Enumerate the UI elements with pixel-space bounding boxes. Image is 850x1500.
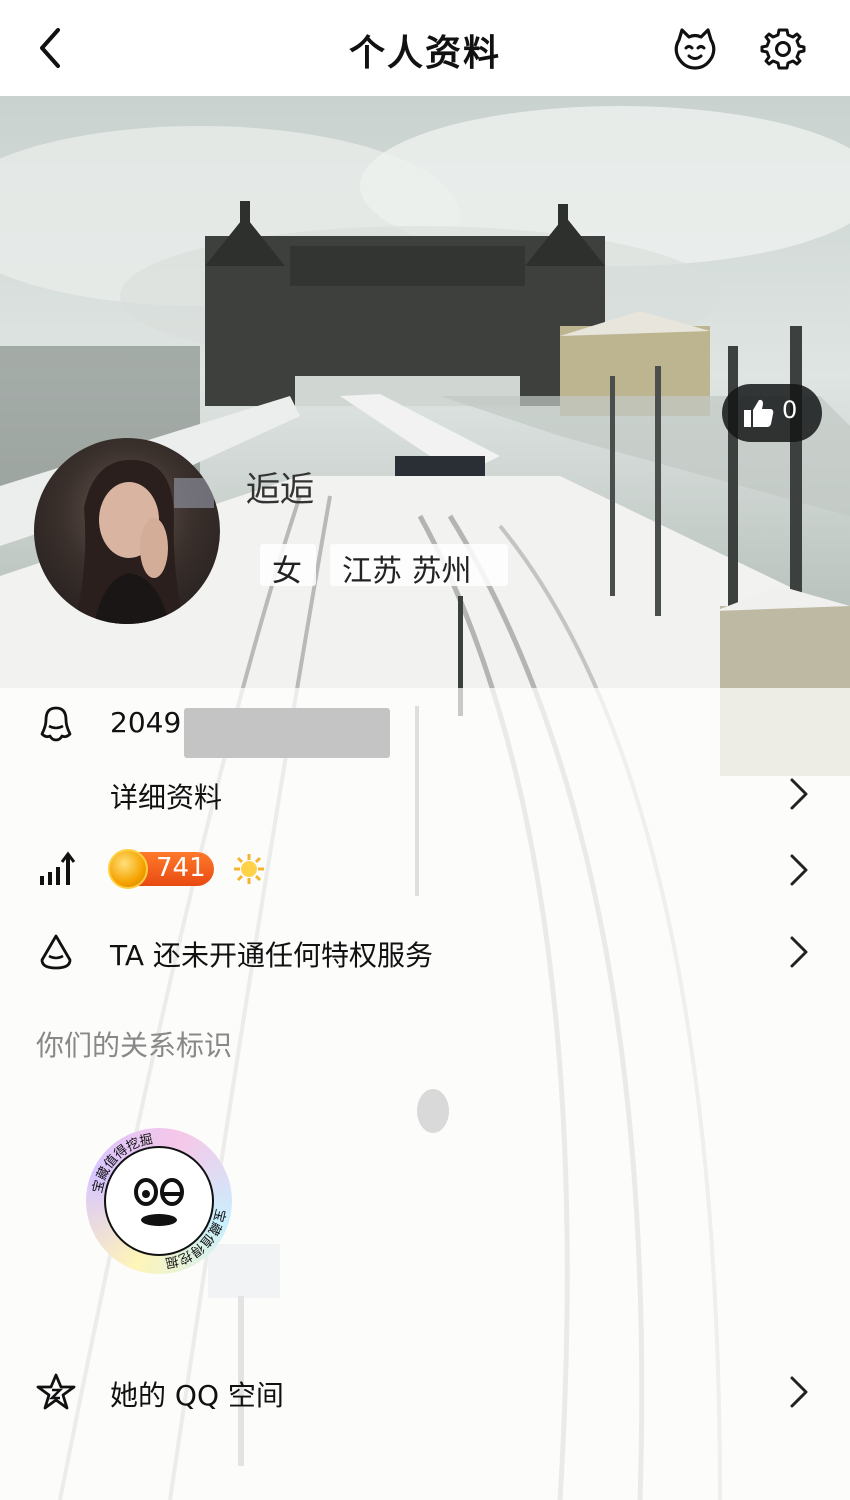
signal-bars-icon — [40, 851, 76, 885]
relationship-title: 你们的关系标识 — [36, 1029, 233, 1062]
pet-face-icon[interactable] — [672, 26, 718, 72]
avatar-photo — [74, 459, 214, 624]
detail-row[interactable]: 详细资料 — [0, 764, 850, 824]
level-badge: 741 — [108, 849, 214, 889]
like-count: 0 — [782, 396, 798, 424]
coin-icon — [108, 849, 148, 889]
nickname: 逅逅 — [246, 470, 314, 510]
gender-tag: 女 — [260, 544, 316, 589]
chevron-right-icon — [790, 936, 808, 968]
qzone-label: 她的 QQ 空间 — [110, 1379, 284, 1412]
gear-icon[interactable] — [760, 26, 806, 72]
location-tag: 江苏 苏州 — [330, 544, 508, 589]
privilege-row[interactable]: TA 还未开通任何特权服务 — [0, 922, 850, 982]
chevron-right-icon — [790, 778, 808, 810]
penguin-icon — [40, 706, 72, 742]
like-button[interactable]: 0 — [722, 384, 822, 442]
chevron-right-icon — [790, 854, 808, 886]
detail-label: 详细资料 — [110, 781, 223, 814]
badge-face-icon — [104, 1146, 214, 1256]
redacted-block — [184, 708, 390, 758]
level-value: 741 — [156, 853, 206, 883]
top-bar: 个人资料 — [0, 0, 850, 96]
chevron-right-icon — [790, 1376, 808, 1408]
privilege-icon — [40, 934, 72, 970]
qq-number: 2049 — [110, 706, 182, 739]
thumbs-up-icon — [744, 399, 774, 427]
star-icon — [36, 1373, 76, 1410]
privilege-text: TA 还未开通任何特权服务 — [110, 939, 433, 972]
sun-icon — [234, 854, 264, 884]
relationship-badge[interactable]: 宝藏值得挖掘 宝藏值得挖掘 — [86, 1128, 232, 1274]
page-title: 个人资料 — [348, 33, 501, 74]
avatar[interactable] — [34, 438, 220, 624]
qq-number-row[interactable]: 2049 — [0, 694, 850, 758]
qzone-row[interactable]: 她的 QQ 空间 — [0, 1362, 850, 1422]
